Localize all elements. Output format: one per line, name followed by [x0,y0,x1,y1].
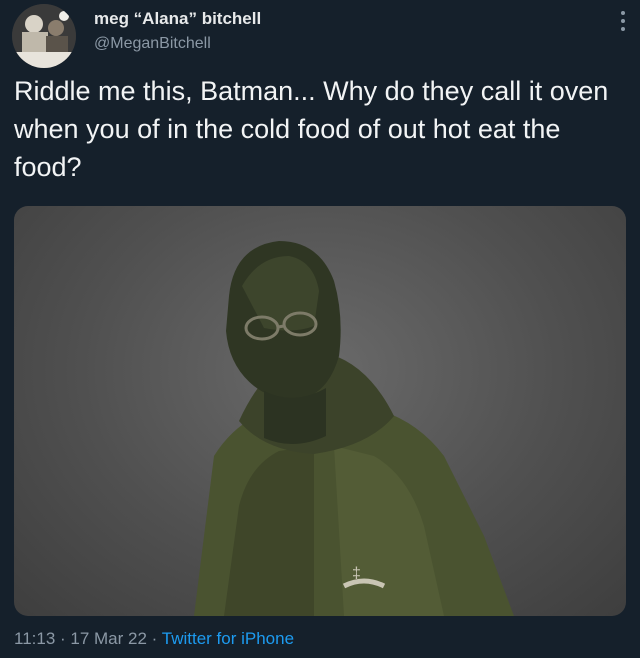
tweet-image[interactable]: ‡ [14,206,626,616]
svg-text:‡: ‡ [352,565,361,582]
tweet-time[interactable]: 11:13 [14,629,55,648]
meta-separator: · [55,629,71,648]
tweet-text: Riddle me this, Batman... Why do they ca… [14,76,609,182]
riddler-photo: ‡ [194,241,514,616]
tweet-meta: 11:13 · 17 Mar 22 · Twitter for iPhone [14,629,294,649]
author-name[interactable]: meg “Alana” bitchell [94,9,261,29]
more-options-icon[interactable] [616,10,630,36]
author-handle[interactable]: @MeganBitchell [94,35,211,53]
tweet-date[interactable]: 17 Mar 22 [70,629,147,648]
avatar-image [12,4,76,68]
meta-separator: · [146,629,162,648]
avatar[interactable] [12,4,76,68]
tweet: meg “Alana” bitchell @MeganBitchell Ridd… [0,0,640,658]
tweet-source-link[interactable]: Twitter for iPhone [162,629,294,648]
